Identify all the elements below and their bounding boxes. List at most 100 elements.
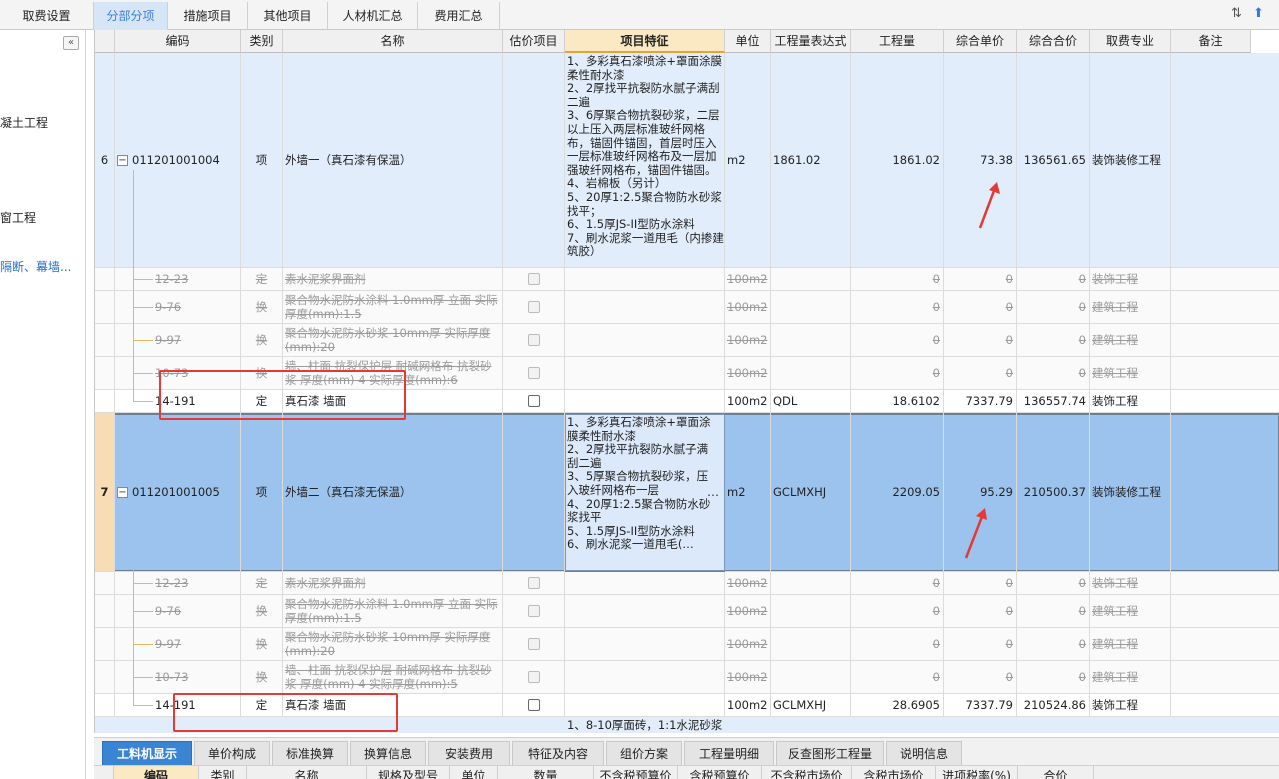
sub-name[interactable]: 聚合物水泥防水砂浆 10mm厚 实际厚度(mm):20	[283, 324, 503, 357]
item-name[interactable]: 外墙二（真石漆无保温）	[283, 413, 503, 572]
estimate-checkbox[interactable]	[527, 301, 540, 313]
item-name[interactable]: 外墙一（真石漆有保温）	[283, 53, 503, 268]
detail-col-budget-incl[interactable]: 含税预算价	[678, 766, 762, 779]
sub-name[interactable]: 聚合物水泥防水涂料 1.0mm厚 立面 实际厚度(mm):1.5	[283, 595, 503, 628]
detail-col-count[interactable]: 数量	[498, 766, 594, 779]
sub-remark	[1171, 595, 1279, 628]
sub-prof: 装饰工程	[1090, 390, 1171, 413]
tab-description[interactable]: 说明信息	[886, 741, 962, 765]
sidebar-item-partition[interactable]: 隔断、幕墙...	[0, 258, 71, 275]
detail-col-spec[interactable]: 规格及型号	[367, 766, 450, 779]
tab-sub-items[interactable]: 分部分项	[94, 2, 168, 30]
estimate-checkbox[interactable]	[527, 638, 540, 650]
tab-other-items[interactable]: 其他项目	[248, 2, 328, 30]
tab-reverse-graphic-quantity[interactable]: 反查图形工程量	[776, 741, 884, 765]
sub-expr[interactable]	[771, 357, 851, 390]
estimate-checkbox[interactable]	[527, 577, 540, 589]
tree-line	[133, 373, 153, 374]
sub-name[interactable]: 墙、柱面 抗裂保护层 耐碱网格布 抗裂砂浆 厚度(mm) 4 实际厚度(mm):…	[283, 661, 503, 694]
sub-qty: 0	[851, 291, 944, 324]
detail-col-market-excl[interactable]: 不含税市场价	[762, 766, 852, 779]
tab-install-fee[interactable]: 安装费用	[428, 741, 510, 765]
tab-pricing-plan[interactable]: 组价方案	[606, 741, 682, 765]
sub-estimate	[503, 357, 565, 390]
tree-line	[133, 170, 134, 402]
sub-remark	[1171, 390, 1279, 413]
tab-conversion-info[interactable]: 换算信息	[350, 741, 426, 765]
col-header-price[interactable]: 综合单价	[944, 30, 1017, 53]
annotation-box	[159, 370, 406, 420]
detail-col-tax-rate[interactable]: 进项税率(%)	[936, 766, 1018, 779]
sub-expr[interactable]	[771, 291, 851, 324]
estimate-checkbox[interactable]	[527, 671, 540, 683]
detail-col-kind[interactable]: 类别	[199, 766, 247, 779]
sub-expr[interactable]	[771, 661, 851, 694]
detail-col-name[interactable]: 名称	[247, 766, 367, 779]
sub-remark	[1171, 661, 1279, 694]
sub-total: 0	[1017, 572, 1090, 595]
detail-col-unit[interactable]: 单位	[450, 766, 498, 779]
tree-line	[133, 705, 153, 706]
sub-remark	[1171, 628, 1279, 661]
estimate-checkbox[interactable]	[527, 699, 540, 711]
detail-col-budget-excl[interactable]: 不含税预算价	[594, 766, 678, 779]
tab-labor-material[interactable]: 人材机汇总	[328, 2, 418, 30]
tab-unit-price-composition[interactable]: 单价构成	[194, 741, 270, 765]
sub-expr[interactable]: QDL	[771, 390, 851, 413]
tab-feature-content[interactable]: 特征及内容	[512, 741, 604, 765]
sub-name[interactable]: 素水泥浆界面剂	[283, 572, 503, 595]
sub-expr[interactable]	[771, 268, 851, 291]
sub-name[interactable]: 聚合物水泥防水涂料 1.0mm厚 立面 实际厚度(mm):1.5	[283, 291, 503, 324]
col-header-code[interactable]: 编码	[115, 30, 241, 53]
tab-labor-material-display[interactable]: 工料机显示	[102, 741, 192, 765]
tree-line	[133, 583, 153, 584]
tab-measures[interactable]: 措施项目	[168, 2, 248, 30]
detail-col-market-incl[interactable]: 含税市场价	[852, 766, 936, 779]
sub-expr[interactable]	[771, 324, 851, 357]
detail-col-amount[interactable]: 合价	[1018, 766, 1094, 779]
estimate-checkbox[interactable]	[527, 334, 540, 346]
col-header-estimate[interactable]: 估价项目	[503, 30, 565, 53]
col-header-total[interactable]: 综合合价	[1017, 30, 1090, 53]
item-kind: 项	[241, 413, 283, 572]
col-header-prof[interactable]: 取费专业	[1090, 30, 1171, 53]
sub-name[interactable]: 素水泥浆界面剂	[283, 268, 503, 291]
detail-col-code[interactable]: 编码	[114, 766, 199, 779]
tab-cost-summary[interactable]: 费用汇总	[418, 2, 500, 30]
col-header-qty[interactable]: 工程量	[851, 30, 944, 53]
sub-expr[interactable]	[771, 595, 851, 628]
sub-expr[interactable]: GCLMXHJ	[771, 694, 851, 717]
tree-line	[133, 307, 153, 308]
sub-kind: 换	[241, 291, 283, 324]
sub-name[interactable]: 聚合物水泥防水砂浆 10mm厚 实际厚度(mm):20	[283, 628, 503, 661]
sidebar-item-windows[interactable]: 窗工程	[0, 209, 36, 226]
arrow-up-icon[interactable]: ⬆	[1253, 6, 1264, 21]
col-header-name[interactable]: 名称	[283, 30, 503, 53]
sub-price: 0	[944, 595, 1017, 628]
toolbar-icons: ⇅ ⬆	[1231, 6, 1271, 24]
sub-expr[interactable]	[771, 628, 851, 661]
collapse-minus-icon[interactable]: −	[117, 486, 128, 498]
estimate-checkbox[interactable]	[527, 367, 540, 379]
col-header-expr[interactable]: 工程量表达式	[771, 30, 851, 53]
item-expr[interactable]: 1861.02	[771, 53, 851, 268]
feature-more-button[interactable]: …	[707, 485, 719, 499]
collapse-sidebar-button[interactable]: «	[63, 36, 79, 50]
estimate-checkbox[interactable]	[527, 273, 540, 285]
col-header-feature[interactable]: 项目特征	[565, 30, 725, 53]
col-header-kind[interactable]: 类别	[241, 30, 283, 53]
sub-feature	[565, 390, 725, 413]
estimate-checkbox[interactable]	[527, 605, 540, 617]
tab-standard-conversion[interactable]: 标准换算	[272, 741, 348, 765]
tab-quantity-detail[interactable]: 工程量明细	[684, 741, 774, 765]
sub-qty: 18.6102	[851, 390, 944, 413]
col-header-unit[interactable]: 单位	[725, 30, 771, 53]
col-header-remark[interactable]: 备注	[1171, 30, 1251, 53]
estimate-checkbox[interactable]	[527, 395, 540, 407]
sort-icon[interactable]: ⇅	[1231, 6, 1242, 21]
collapse-minus-icon[interactable]: −	[117, 154, 128, 166]
sidebar-item-concrete[interactable]: 凝土工程	[0, 114, 48, 131]
sub-expr[interactable]	[771, 572, 851, 595]
tab-fee-settings[interactable]: 取费设置	[0, 2, 94, 30]
item-expr[interactable]: GCLMXHJ	[771, 413, 851, 572]
